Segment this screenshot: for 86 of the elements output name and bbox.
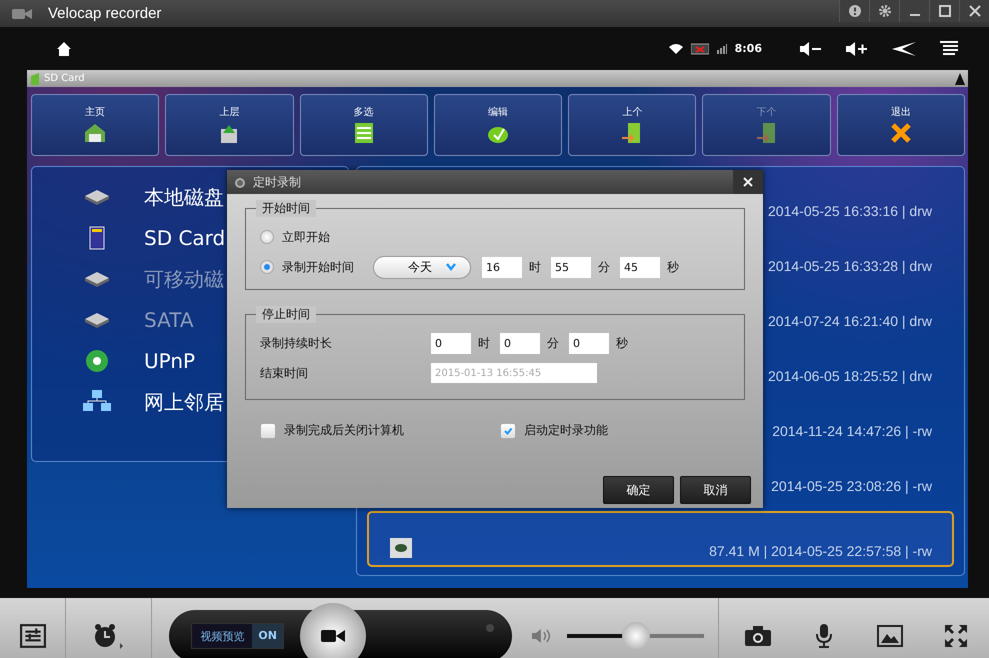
radio-option[interactable]: 录制开始时间 (260, 258, 366, 276)
back-button[interactable] (892, 42, 916, 56)
day-dropdown[interactable]: 今天 (373, 256, 471, 278)
close-button[interactable] (959, 0, 989, 22)
menu-button[interactable] (940, 40, 958, 56)
drive-label: 本地磁盘 (144, 184, 224, 210)
preview-toggle[interactable]: 视频预览 ON (191, 623, 284, 649)
toolbar-icon (83, 121, 108, 145)
drive-label: 可移动磁 (144, 266, 224, 292)
unit-label: 秒 (616, 334, 628, 352)
volume-down-button[interactable] (800, 40, 822, 56)
unit-label: 分 (598, 258, 610, 276)
checkbox-option[interactable]: 录制完成后关闭计算机 (260, 422, 500, 439)
alarm-clock-button[interactable] (65, 598, 152, 658)
volume-up-icon (846, 40, 868, 56)
duration-input[interactable]: 0 (431, 332, 471, 354)
toolbar-button[interactable]: 多选 (300, 94, 428, 156)
field-label: 结束时间 (260, 364, 309, 382)
file-row[interactable]: 87.41 M | 2014-05-25 22:57:58 | -rw (367, 511, 954, 567)
chevron-down-icon (446, 263, 456, 271)
drive-label: 网上邻居 (144, 388, 224, 416)
group-title: 停止时间 (256, 306, 316, 323)
unit-label: 时 (529, 258, 541, 276)
camera-icon (12, 8, 32, 20)
location-title: SD Card (44, 73, 86, 84)
sliders-icon (20, 624, 46, 648)
dialog-button[interactable]: 确定 (603, 476, 674, 504)
volume-down-icon (800, 40, 822, 56)
drive-label: SATA (144, 308, 194, 332)
checkbox[interactable] (260, 422, 276, 438)
checkmark-icon (503, 426, 513, 436)
back-icon (892, 42, 916, 56)
clock: 8:06 (734, 42, 762, 55)
maximize-button[interactable] (929, 0, 959, 22)
folder-icon (31, 72, 41, 84)
toolbar-button[interactable]: 退出 (836, 94, 965, 156)
toolbar-button[interactable]: 上层 (165, 94, 294, 156)
fullscreen-icon (944, 624, 968, 648)
microphone-icon (814, 624, 834, 648)
close-icon (743, 177, 753, 187)
radio-button[interactable] (260, 260, 274, 274)
slider-thumb[interactable] (622, 622, 650, 650)
unit-label: 秒 (667, 258, 679, 276)
unit-label: 分 (547, 334, 559, 352)
settings-icon (878, 5, 890, 17)
network-status-icon (690, 42, 709, 54)
radio-button[interactable] (260, 230, 274, 244)
toolbar-button[interactable]: 主页 (31, 94, 160, 156)
duration-input[interactable]: 0 (500, 332, 540, 354)
checkbox-option[interactable]: 启动定时录功能 (500, 422, 740, 439)
menu-icon (940, 40, 958, 56)
duration-input[interactable]: 0 (569, 332, 609, 354)
info-icon (848, 5, 860, 17)
home-button[interactable] (56, 40, 72, 56)
minimize-button[interactable] (899, 0, 929, 22)
image-icon (877, 625, 903, 647)
close-icon (968, 5, 980, 17)
radio-option[interactable]: 立即开始 (260, 228, 366, 246)
toolbar-button[interactable]: 编辑 (434, 94, 562, 156)
wifi-icon (668, 44, 683, 54)
time-input[interactable]: 45 (620, 256, 660, 278)
minimize-icon (910, 14, 920, 16)
unit-label: 时 (478, 334, 490, 352)
volume-up-button[interactable] (846, 40, 868, 56)
drive-label: UPnP (144, 349, 196, 373)
maximize-icon (938, 5, 950, 17)
dialog-button[interactable]: 取消 (680, 476, 751, 504)
field-label: 录制持续时长 (260, 334, 333, 352)
settings-button[interactable] (869, 0, 899, 22)
record-button[interactable] (300, 603, 366, 658)
video-camera-icon (320, 628, 345, 644)
close-button[interactable] (733, 170, 763, 194)
time-input[interactable]: 16 (482, 256, 522, 278)
group-title: 开始时间 (256, 200, 316, 217)
time-input[interactable]: 55 (551, 256, 591, 278)
video-file-icon (389, 537, 413, 559)
checkbox[interactable] (500, 422, 516, 438)
window-title: Velocap recorder (48, 5, 162, 22)
home-icon (56, 40, 72, 56)
indicator-light (486, 624, 494, 632)
toolbar-icon (888, 121, 913, 145)
drive-label: SD Card (144, 226, 226, 250)
camera-icon (745, 626, 771, 646)
info-button[interactable] (839, 0, 869, 22)
dialog-title: 定时录制 (253, 174, 302, 190)
toolbar-button[interactable]: 上个 (568, 94, 696, 156)
